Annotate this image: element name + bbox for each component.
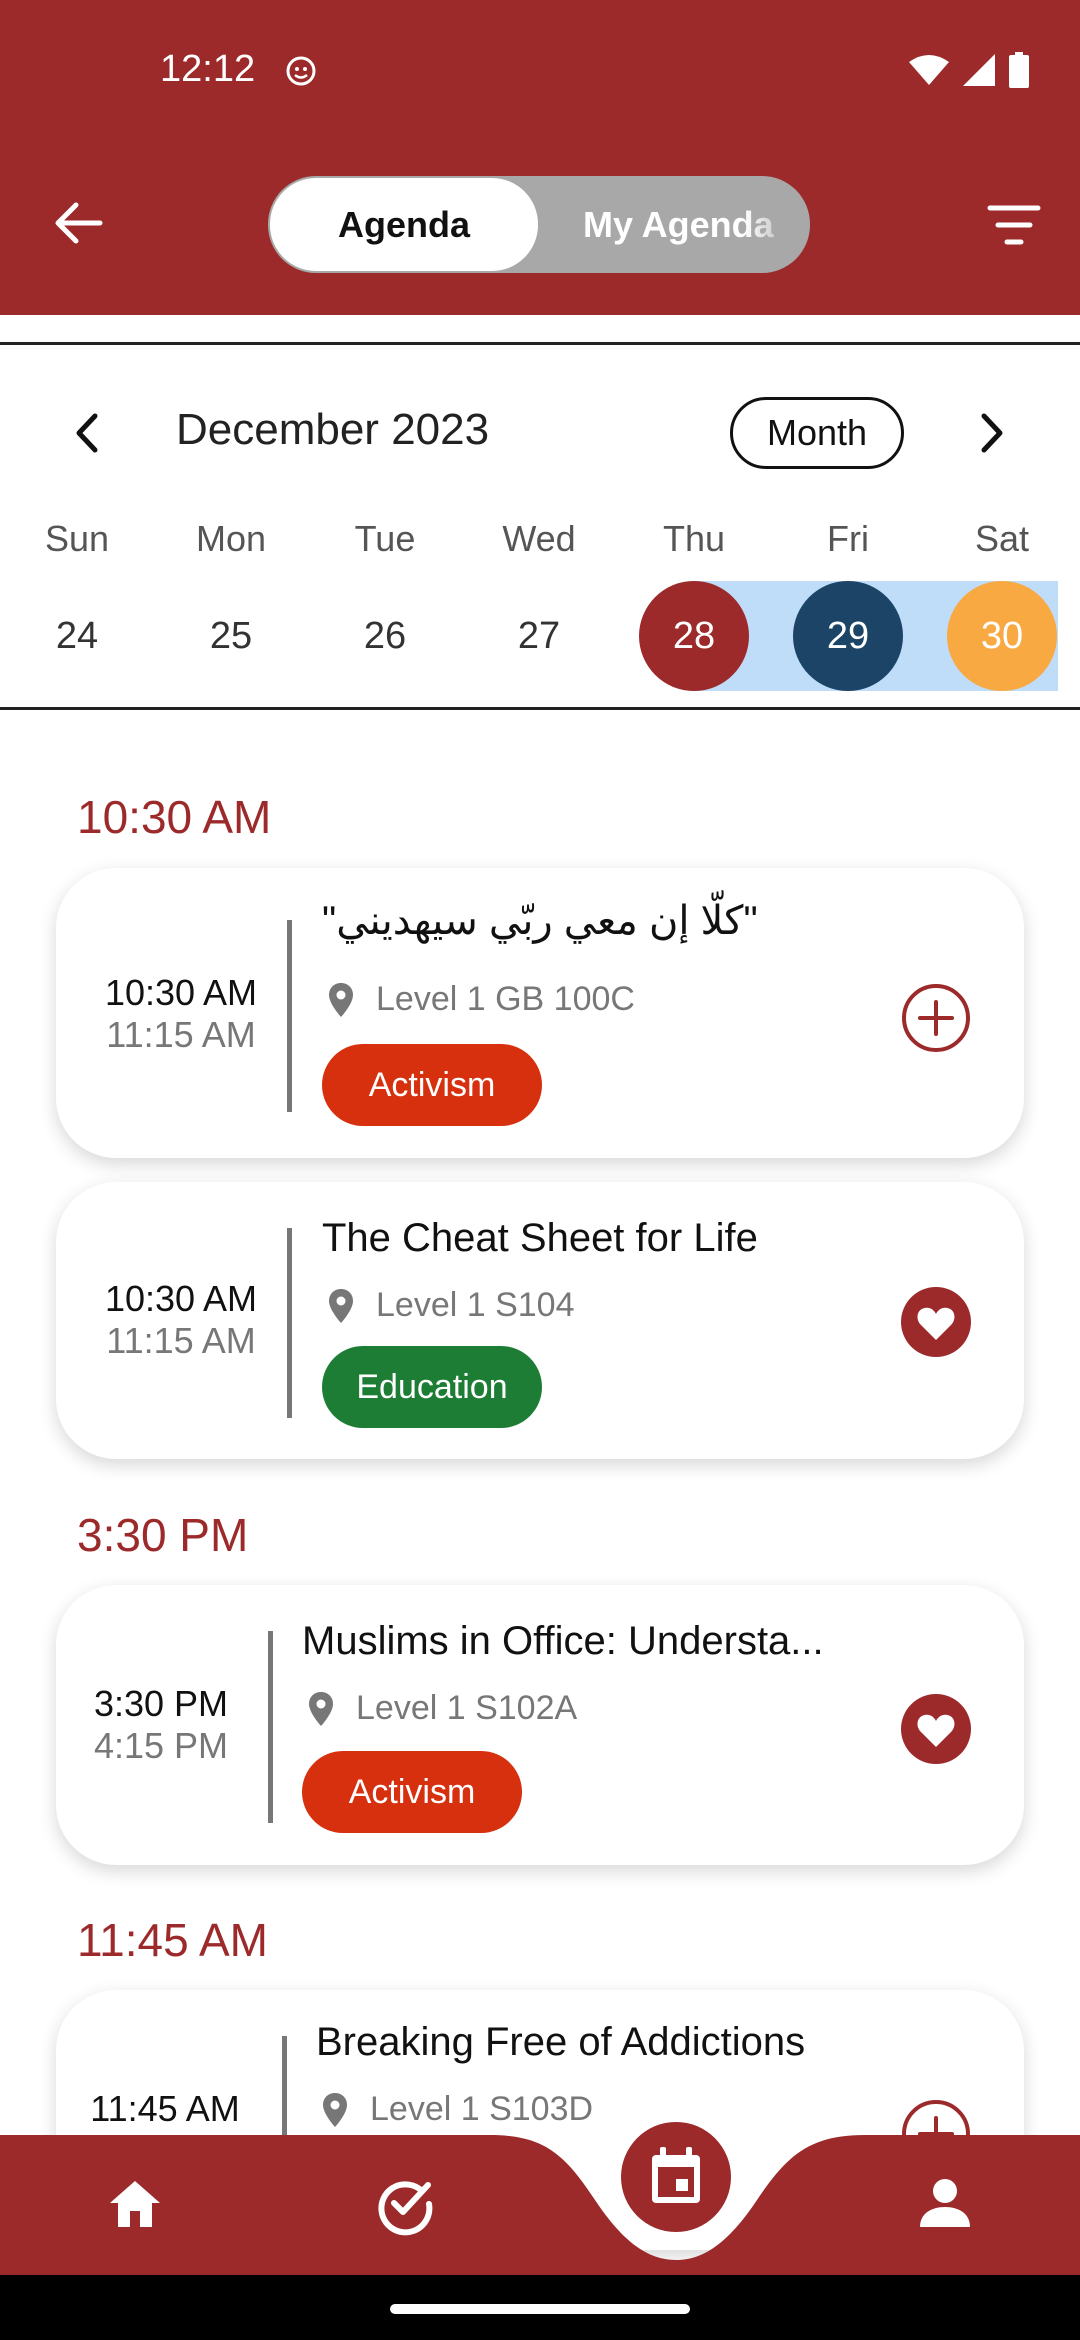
month-view-button[interactable]: Month	[730, 397, 904, 469]
divider	[0, 342, 1080, 345]
divider	[0, 707, 1080, 710]
session-start-time: 11:45 AM	[90, 2088, 240, 2129]
chevron-left-icon[interactable]	[65, 408, 109, 458]
card-divider	[287, 1228, 292, 1418]
session-times: 10:30 AM 11:15 AM	[66, 1278, 296, 1362]
time-section-heading: 3:30 PM	[77, 1509, 249, 1561]
battery-icon	[1009, 52, 1029, 88]
status-icons	[908, 52, 1030, 88]
filter-icon[interactable]	[986, 200, 1042, 250]
session-location-text: Level 1 S104	[376, 1286, 575, 1324]
calendar-day[interactable]: 25	[176, 581, 286, 691]
calendar-day[interactable]: 26	[330, 581, 440, 691]
session-location-text: Level 1 GB 100C	[376, 980, 635, 1018]
home-icon[interactable]	[102, 2171, 168, 2237]
card-divider	[268, 1631, 273, 1823]
session-title: Breaking Free of Addictions	[316, 2020, 806, 2064]
back-arrow-icon[interactable]	[50, 195, 106, 251]
session-card[interactable]: 10:30 AM 11:15 AM The Cheat Sheet for Li…	[56, 1182, 1024, 1459]
calendar-day[interactable]: 24	[22, 581, 132, 691]
check-circle-icon[interactable]	[372, 2171, 438, 2237]
session-location-text: Level 1 S103D	[370, 2090, 594, 2128]
gesture-handle[interactable]	[390, 2304, 690, 2314]
location-pin-icon	[329, 1288, 353, 1323]
tab-agenda[interactable]: Agenda	[270, 178, 538, 271]
wifi-icon	[909, 55, 949, 85]
weekday-label: Fri	[827, 518, 869, 559]
person-icon[interactable]	[912, 2171, 978, 2237]
location-pin-icon	[323, 2092, 347, 2127]
weekday-label: Thu	[662, 518, 726, 559]
chevron-right-icon[interactable]	[970, 408, 1014, 458]
session-location: Level 1 S104	[328, 1286, 575, 1325]
calendar-day-selected[interactable]: 29	[793, 581, 903, 691]
weekday-label: Tue	[354, 518, 416, 559]
calendar-day-selected[interactable]: 30	[947, 581, 1057, 691]
weekday-label: Sat	[974, 518, 1030, 559]
session-times: 3:30 PM 4:15 PM	[46, 1683, 276, 1767]
weekday-label: Sun	[44, 518, 110, 559]
session-title: The Cheat Sheet for Life	[322, 1216, 758, 1260]
category-tag: Activism	[322, 1044, 542, 1126]
session-start-time: 10:30 AM	[104, 1278, 258, 1319]
session-location: Level 1 GB 100C	[328, 980, 635, 1019]
session-end-time: 11:15 AM	[106, 1320, 256, 1361]
calendar-month-title: December 2023	[176, 405, 490, 454]
session-location: Level 1 S103D	[322, 2090, 593, 2129]
time-section-heading: 11:45 AM	[77, 1914, 268, 1966]
session-location-text: Level 1 S102A	[356, 1689, 578, 1727]
heart-icon[interactable]	[900, 1286, 972, 1358]
session-start-time: 10:30 AM	[104, 972, 258, 1013]
add-circle-icon[interactable]	[900, 982, 972, 1054]
category-tag: Activism	[302, 1751, 522, 1833]
session-title: Muslims in Office: Understa...	[302, 1619, 824, 1663]
session-times: 10:30 AM 11:15 AM	[66, 972, 296, 1056]
session-card[interactable]: 10:30 AM 11:15 AM "كلّا إن معي ربّي سيهد…	[56, 868, 1024, 1158]
session-start-time: 3:30 PM	[93, 1683, 229, 1724]
time-section-heading: 10:30 AM	[77, 791, 272, 843]
location-pin-icon	[309, 1691, 333, 1726]
agenda-segmented-control: Agenda My Agenda	[268, 176, 810, 273]
location-pin-icon	[329, 982, 353, 1017]
session-card[interactable]: 3:30 PM 4:15 PM Muslims in Office: Under…	[56, 1585, 1024, 1865]
session-times: 11:45 AM	[50, 2088, 280, 2130]
heart-icon[interactable]	[900, 1693, 972, 1765]
weekday-label: Wed	[502, 518, 576, 559]
tab-my-agenda[interactable]: My Agenda	[583, 176, 798, 273]
session-end-time: 11:15 AM	[106, 1014, 256, 1055]
notification-icon	[286, 56, 316, 86]
calendar-day-selected[interactable]: 28	[639, 581, 749, 691]
calendar-day[interactable]: 27	[484, 581, 594, 691]
card-divider	[287, 920, 292, 1112]
session-title: "كلّا إن معي ربّي سيهديني"	[322, 899, 758, 943]
category-tag: Education	[322, 1346, 542, 1428]
session-location: Level 1 S102A	[308, 1689, 577, 1728]
signal-icon	[963, 54, 995, 86]
status-time: 12:12	[160, 48, 256, 90]
app-header: 12:12 Agenda My Agenda	[0, 0, 1080, 315]
calendar-fab[interactable]	[620, 2121, 732, 2233]
session-end-time: 4:15 PM	[93, 1725, 229, 1766]
weekday-label: Mon	[195, 518, 267, 559]
